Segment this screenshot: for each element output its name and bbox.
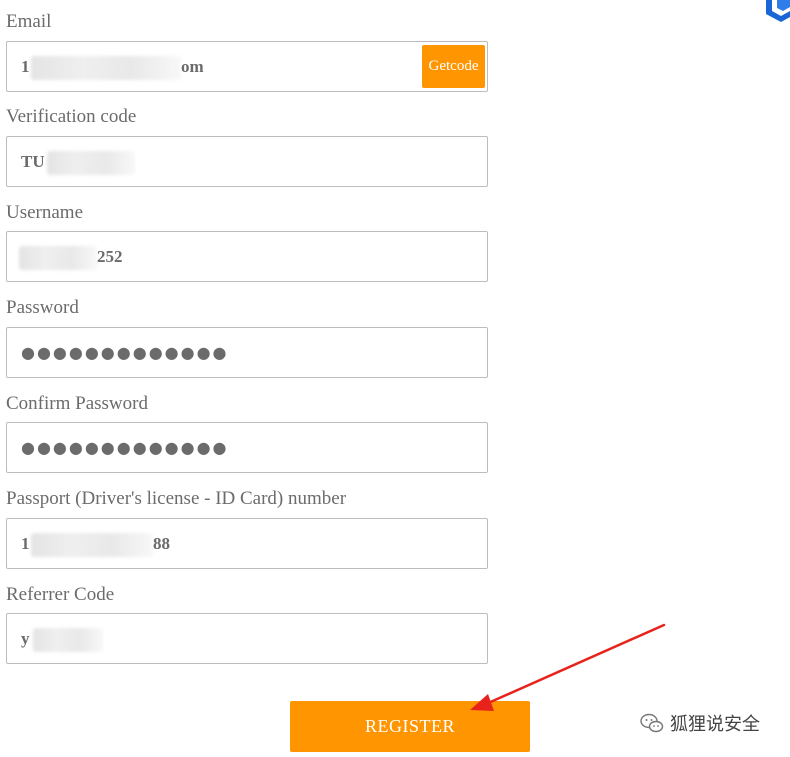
verification-code-label: Verification code: [6, 106, 137, 127]
username-value-end: 252: [97, 247, 123, 266]
password-label: Password: [6, 297, 79, 318]
verification-code-field[interactable]: TU: [6, 136, 488, 187]
verification-code-value-start: TU: [21, 152, 45, 171]
registration-page: Email 1 om Getcode Verification code TU …: [0, 0, 790, 757]
getcode-button[interactable]: Getcode: [422, 45, 485, 88]
passport-number-field[interactable]: 1 88: [6, 518, 488, 569]
email-value-start: 1: [21, 57, 30, 76]
redaction-blur: [31, 56, 181, 80]
confirm-password-field[interactable]: ●●●●●●●●●●●●●: [6, 422, 488, 473]
password-field[interactable]: ●●●●●●●●●●●●●: [6, 327, 488, 378]
password-masked-value: ●●●●●●●●●●●●●: [21, 343, 229, 362]
confirm-password-masked-value: ●●●●●●●●●●●●●: [21, 438, 229, 457]
referrer-code-field[interactable]: y: [6, 613, 488, 664]
username-field[interactable]: 252: [6, 231, 488, 282]
redaction-blur: [47, 151, 135, 175]
register-button[interactable]: REGISTER: [290, 701, 530, 752]
redaction-blur: [31, 533, 153, 557]
referrer-code-value-start: y: [21, 629, 30, 648]
brand-logo-icon: [766, 0, 790, 22]
passport-number-label: Passport (Driver's license - ID Card) nu…: [6, 488, 347, 509]
referrer-code-label: Referrer Code: [6, 584, 115, 605]
email-value-end: om: [181, 57, 204, 76]
watermark: 狐狸说安全: [640, 708, 760, 738]
redaction-blur: [33, 628, 103, 652]
username-label: Username: [6, 202, 84, 223]
wechat-icon: [640, 713, 664, 733]
confirm-password-label: Confirm Password: [6, 393, 148, 414]
redaction-blur: [19, 246, 97, 270]
passport-value-end: 88: [153, 534, 170, 553]
email-label: Email: [6, 11, 52, 32]
watermark-text: 狐狸说安全: [670, 714, 760, 735]
email-field[interactable]: 1 om Getcode: [6, 41, 488, 92]
passport-value-start: 1: [21, 534, 30, 553]
